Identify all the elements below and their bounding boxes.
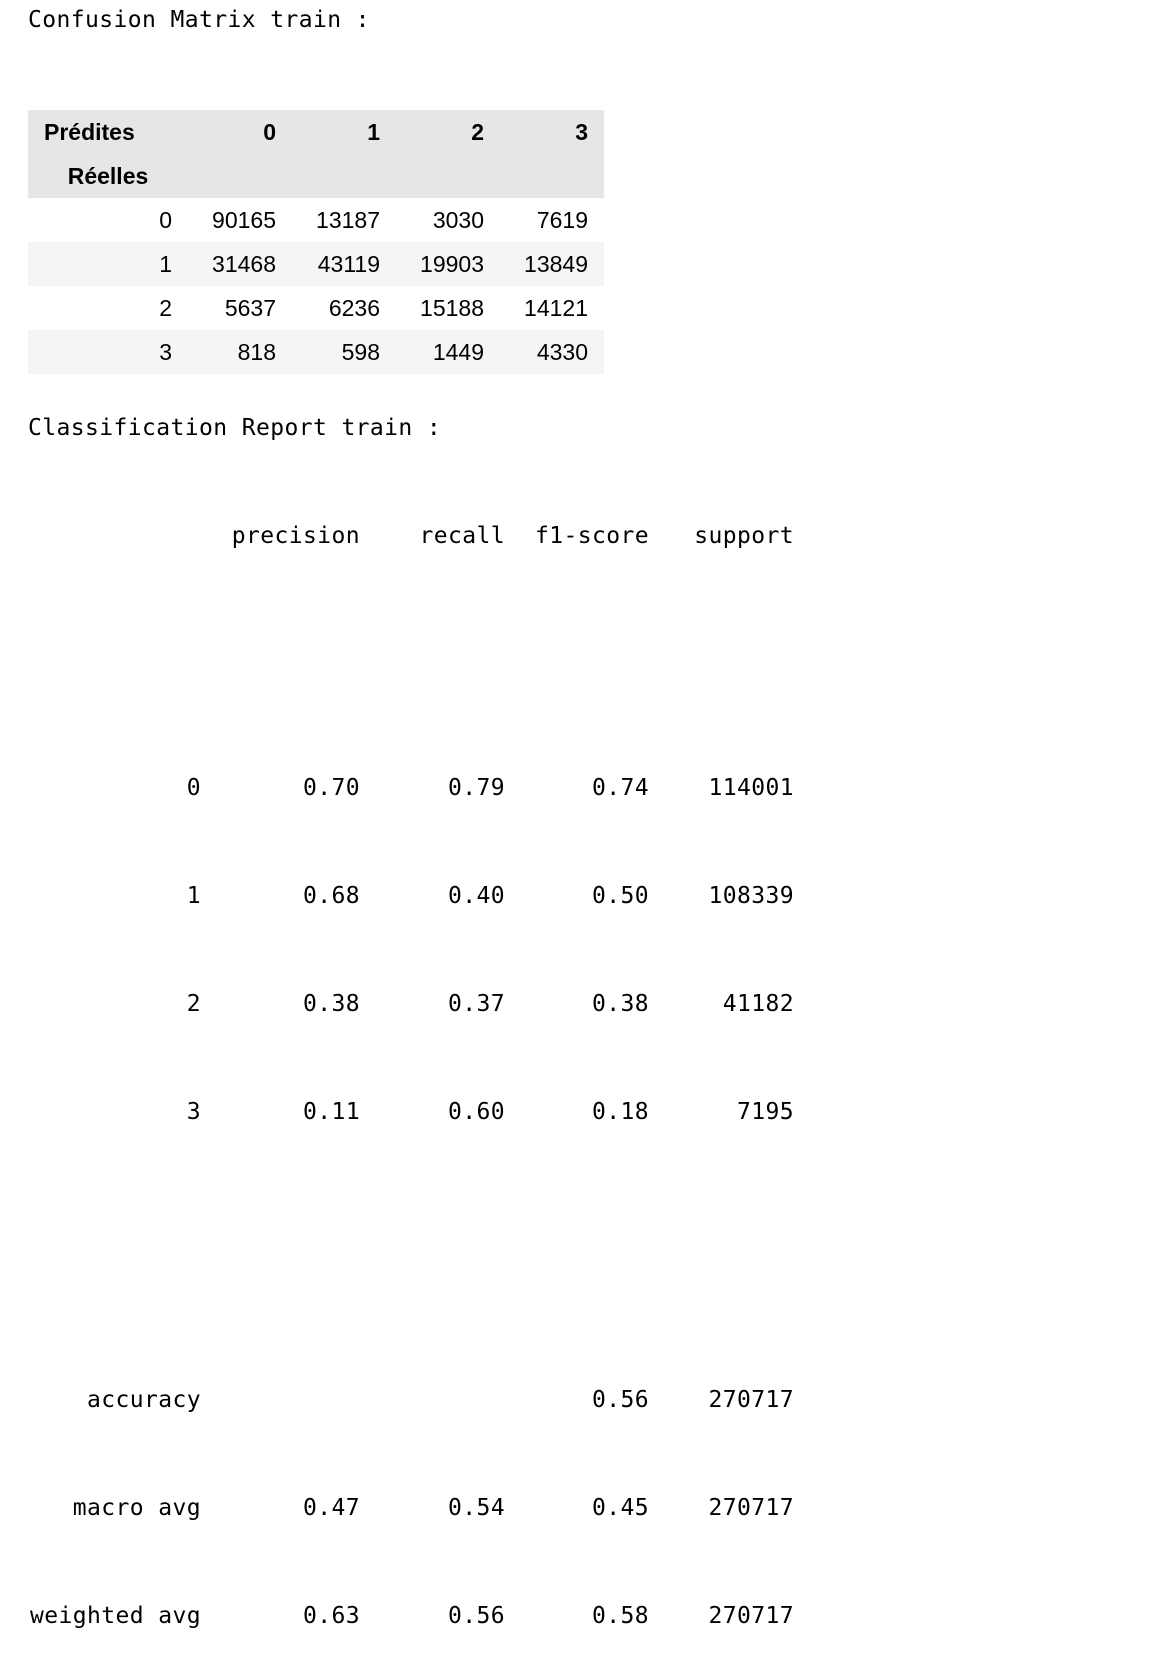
column-header: 3 <box>500 110 604 154</box>
table-cell: 13849 <box>500 242 604 286</box>
row-label: 0 <box>28 198 188 242</box>
classification-report: precision recall f1-score support 0 0.70… <box>28 446 794 1660</box>
precision-value: 0.68 <box>303 883 360 909</box>
summary-row-macro-avg: macro avg 0.47 0.54 0.45 270717 <box>28 1490 794 1526</box>
row-label: 2 <box>186 991 201 1017</box>
table-cell: 4330 <box>500 330 604 374</box>
precision-value: 0.47 <box>303 1495 360 1521</box>
row-label: 1 <box>186 883 201 909</box>
table-cell: 1449 <box>396 330 500 374</box>
table-cell: 598 <box>292 330 396 374</box>
empty-cell <box>188 154 292 198</box>
confusion-matrix-table: Prédites 0 1 2 3 Réelles 0 90165 13187 3… <box>28 110 604 374</box>
table-cell: 14121 <box>500 286 604 330</box>
classification-report-heading: Classification Report train : <box>28 415 442 441</box>
index-name-header: Réelles <box>28 154 188 198</box>
precision-value: 0.11 <box>303 1099 360 1125</box>
f1-value: 0.18 <box>592 1099 649 1125</box>
header-f1: f1-score <box>535 523 649 549</box>
table-row: 0 90165 13187 3030 7619 <box>28 198 604 242</box>
summary-row-weighted-avg: weighted avg 0.63 0.56 0.58 270717 <box>28 1598 794 1634</box>
row-label: macro avg <box>72 1495 201 1521</box>
support-value: 114001 <box>708 775 794 801</box>
report-row: 2 0.38 0.37 0.38 41182 <box>28 986 794 1022</box>
f1-value: 0.74 <box>592 775 649 801</box>
table-cell: 43119 <box>292 242 396 286</box>
recall-value: 0.40 <box>448 883 505 909</box>
column-header: 0 <box>188 110 292 154</box>
table-row: 2 5637 6236 15188 14121 <box>28 286 604 330</box>
recall-value: 0.54 <box>448 1495 505 1521</box>
table-cell: 7619 <box>500 198 604 242</box>
table-cell: 19903 <box>396 242 500 286</box>
row-label: 2 <box>28 286 188 330</box>
row-label: 0 <box>186 775 201 801</box>
header-precision: precision <box>231 523 360 549</box>
index-name-row: Réelles <box>28 154 604 198</box>
recall-value: 0.56 <box>448 1603 505 1629</box>
table-header-row: Prédites 0 1 2 3 <box>28 110 604 154</box>
support-value: 7195 <box>737 1099 794 1125</box>
support-value: 108339 <box>708 883 794 909</box>
empty-cell <box>292 154 396 198</box>
support-value: 270717 <box>708 1387 794 1413</box>
row-label: accuracy <box>87 1387 201 1413</box>
precision-value: 0.70 <box>303 775 360 801</box>
table-cell: 6236 <box>292 286 396 330</box>
precision-value: 0.63 <box>303 1603 360 1629</box>
table-cell: 5637 <box>188 286 292 330</box>
report-row: 1 0.68 0.40 0.50 108339 <box>28 878 794 914</box>
row-label: 1 <box>28 242 188 286</box>
column-header: 1 <box>292 110 396 154</box>
columns-name-header: Prédites <box>28 110 188 154</box>
f1-value: 0.58 <box>592 1603 649 1629</box>
table-cell: 31468 <box>188 242 292 286</box>
table-cell: 13187 <box>292 198 396 242</box>
f1-value: 0.50 <box>592 883 649 909</box>
report-header-row: precision recall f1-score support <box>28 518 794 554</box>
table-cell: 818 <box>188 330 292 374</box>
row-label: 3 <box>186 1099 201 1125</box>
table-row: 3 818 598 1449 4330 <box>28 330 604 374</box>
table-row: 1 31468 43119 19903 13849 <box>28 242 604 286</box>
support-value: 270717 <box>708 1495 794 1521</box>
report-row: 0 0.70 0.79 0.74 114001 <box>28 770 794 806</box>
recall-value: 0.37 <box>448 991 505 1017</box>
precision-value: 0.38 <box>303 991 360 1017</box>
table-cell: 90165 <box>188 198 292 242</box>
empty-cell <box>500 154 604 198</box>
report-row: 3 0.11 0.60 0.18 7195 <box>28 1094 794 1130</box>
table-cell: 3030 <box>396 198 500 242</box>
summary-row-accuracy: accuracy 0.56 270717 <box>28 1382 794 1418</box>
column-header: 2 <box>396 110 500 154</box>
confusion-matrix-heading: Confusion Matrix train : <box>28 7 370 33</box>
row-label: weighted avg <box>30 1603 201 1629</box>
row-label: 3 <box>28 330 188 374</box>
support-value: 270717 <box>708 1603 794 1629</box>
support-value: 41182 <box>722 991 794 1017</box>
f1-value: 0.45 <box>592 1495 649 1521</box>
empty-cell <box>396 154 500 198</box>
f1-value: 0.38 <box>592 991 649 1017</box>
header-recall: recall <box>419 523 505 549</box>
header-support: support <box>694 523 794 549</box>
recall-value: 0.79 <box>448 775 505 801</box>
f1-value: 0.56 <box>592 1387 649 1413</box>
recall-value: 0.60 <box>448 1099 505 1125</box>
table-cell: 15188 <box>396 286 500 330</box>
